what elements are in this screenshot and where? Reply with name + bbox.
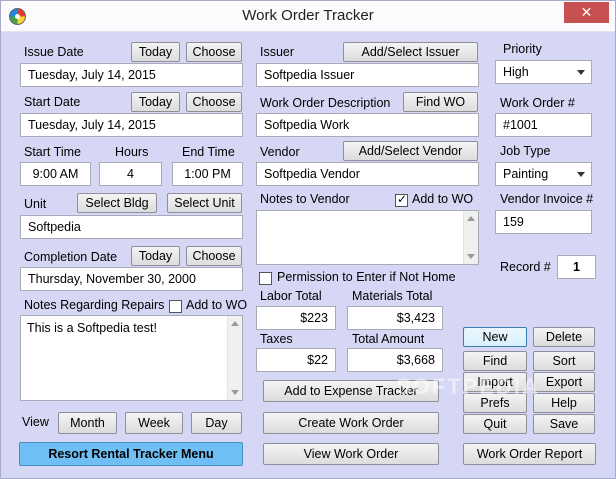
start-date-label: Start Date: [24, 95, 81, 109]
completion-choose-button[interactable]: Choose: [186, 246, 242, 266]
view-work-order-button[interactable]: View Work Order: [263, 443, 439, 465]
resort-rental-tracker-menu-button[interactable]: Resort Rental Tracker Menu: [19, 442, 243, 466]
materials-total-field[interactable]: $3,423: [347, 306, 443, 330]
vendor-notes-textarea[interactable]: [256, 210, 479, 265]
completion-date-field[interactable]: Thursday, November 30, 2000: [20, 267, 243, 291]
vendor-field[interactable]: Softpedia Vendor: [256, 162, 479, 186]
end-time-label: End Time: [182, 145, 235, 159]
start-date-field[interactable]: Tuesday, July 14, 2015: [20, 113, 243, 137]
select-unit-button[interactable]: Select Unit: [167, 193, 242, 213]
view-label: View: [22, 415, 49, 429]
close-icon[interactable]: ✕: [564, 2, 609, 23]
issue-date-today-button[interactable]: Today: [131, 42, 180, 62]
save-button[interactable]: Save: [533, 414, 595, 434]
taxes-field[interactable]: $22: [256, 348, 336, 372]
start-date-today-button[interactable]: Today: [131, 92, 180, 112]
find-button[interactable]: Find: [463, 351, 527, 371]
softpedia-watermark: SOFTPEDIA: [396, 374, 540, 399]
issuer-field[interactable]: Softpedia Issuer: [256, 63, 479, 87]
job-type-label: Job Type: [500, 144, 551, 158]
permission-checkbox[interactable]: [259, 272, 272, 285]
repairs-add-to-wo-checkbox[interactable]: [169, 300, 182, 313]
work-order-number-field[interactable]: #1001: [495, 113, 592, 137]
add-select-issuer-button[interactable]: Add/Select Issuer: [343, 42, 478, 62]
labor-total-label: Labor Total: [260, 289, 322, 303]
sort-button[interactable]: Sort: [533, 351, 595, 371]
issue-date-choose-button[interactable]: Choose: [186, 42, 242, 62]
scroll-down-icon[interactable]: [467, 254, 475, 259]
chevron-down-icon: [577, 172, 585, 177]
new-button[interactable]: New: [463, 327, 527, 347]
vendor-label: Vendor: [260, 145, 300, 159]
title-bar: Work Order Tracker ✕: [1, 1, 615, 32]
total-amount-field[interactable]: $3,668: [347, 348, 443, 372]
repairs-notes-text: This is a Softpedia test!: [27, 321, 157, 335]
work-order-number-label: Work Order #: [500, 96, 575, 110]
scroll-up-icon[interactable]: [467, 216, 475, 221]
job-type-select[interactable]: Painting: [495, 162, 592, 186]
quit-button[interactable]: Quit: [463, 414, 527, 434]
start-date-choose-button[interactable]: Choose: [186, 92, 242, 112]
view-day-button[interactable]: Day: [191, 412, 242, 434]
issue-date-field[interactable]: Tuesday, July 14, 2015: [20, 63, 243, 87]
view-month-button[interactable]: Month: [58, 412, 117, 434]
scroll-up-icon[interactable]: [231, 321, 239, 326]
completion-date-label: Completion Date: [24, 250, 118, 264]
total-amount-label: Total Amount: [352, 332, 425, 346]
issue-date-label: Issue Date: [24, 45, 84, 59]
description-label: Work Order Description: [260, 96, 391, 110]
repairs-scrollbar[interactable]: [227, 316, 242, 400]
find-wo-button[interactable]: Find WO: [403, 92, 478, 112]
help-button[interactable]: Help: [533, 393, 595, 413]
priority-select[interactable]: High: [495, 60, 592, 84]
create-work-order-button[interactable]: Create Work Order: [263, 412, 439, 434]
priority-label: Priority: [503, 42, 542, 56]
work-order-window: Work Order Tracker ✕ Issue Date Today Ch…: [0, 0, 616, 479]
hours-label: Hours: [115, 145, 149, 159]
repairs-add-to-wo-label: Add to WO: [186, 298, 248, 312]
hours-field[interactable]: 4: [99, 162, 162, 186]
permission-label: Permission to Enter if Not Home: [277, 270, 456, 284]
scroll-down-icon[interactable]: [231, 390, 239, 395]
start-time-label: Start Time: [24, 145, 81, 159]
end-time-field[interactable]: 1:00 PM: [172, 162, 243, 186]
record-number-field[interactable]: 1: [557, 255, 596, 279]
vendor-invoice-field[interactable]: 159: [495, 210, 592, 234]
window-title: Work Order Tracker: [242, 7, 374, 24]
chevron-down-icon: [577, 70, 585, 75]
work-order-report-button[interactable]: Work Order Report: [463, 443, 596, 465]
repairs-notes-textarea[interactable]: This is a Softpedia test!: [20, 315, 243, 401]
vendor-notes-label: Notes to Vendor: [260, 192, 350, 206]
vendor-notes-scrollbar[interactable]: [463, 211, 478, 264]
unit-field[interactable]: Softpedia: [20, 215, 243, 239]
unit-label: Unit: [24, 197, 47, 211]
add-select-vendor-button[interactable]: Add/Select Vendor: [343, 141, 478, 161]
repairs-notes-label: Notes Regarding Repairs: [24, 298, 165, 312]
select-bldg-button[interactable]: Select Bldg: [77, 193, 157, 213]
start-time-field[interactable]: 9:00 AM: [20, 162, 91, 186]
vendor-invoice-label: Vendor Invoice #: [500, 192, 594, 206]
issuer-label: Issuer: [260, 45, 295, 59]
record-label: Record #: [500, 260, 551, 274]
delete-button[interactable]: Delete: [533, 327, 595, 347]
taxes-label: Taxes: [260, 332, 293, 346]
description-field[interactable]: Softpedia Work: [256, 113, 479, 137]
view-week-button[interactable]: Week: [125, 412, 183, 434]
completion-today-button[interactable]: Today: [131, 246, 180, 266]
labor-total-field[interactable]: $223: [256, 306, 336, 330]
vendor-notes-add-to-wo-label: Add to WO: [412, 192, 474, 206]
materials-total-label: Materials Total: [352, 289, 433, 303]
export-button[interactable]: Export: [533, 372, 595, 392]
vendor-notes-add-to-wo-checkbox[interactable]: [395, 192, 408, 207]
